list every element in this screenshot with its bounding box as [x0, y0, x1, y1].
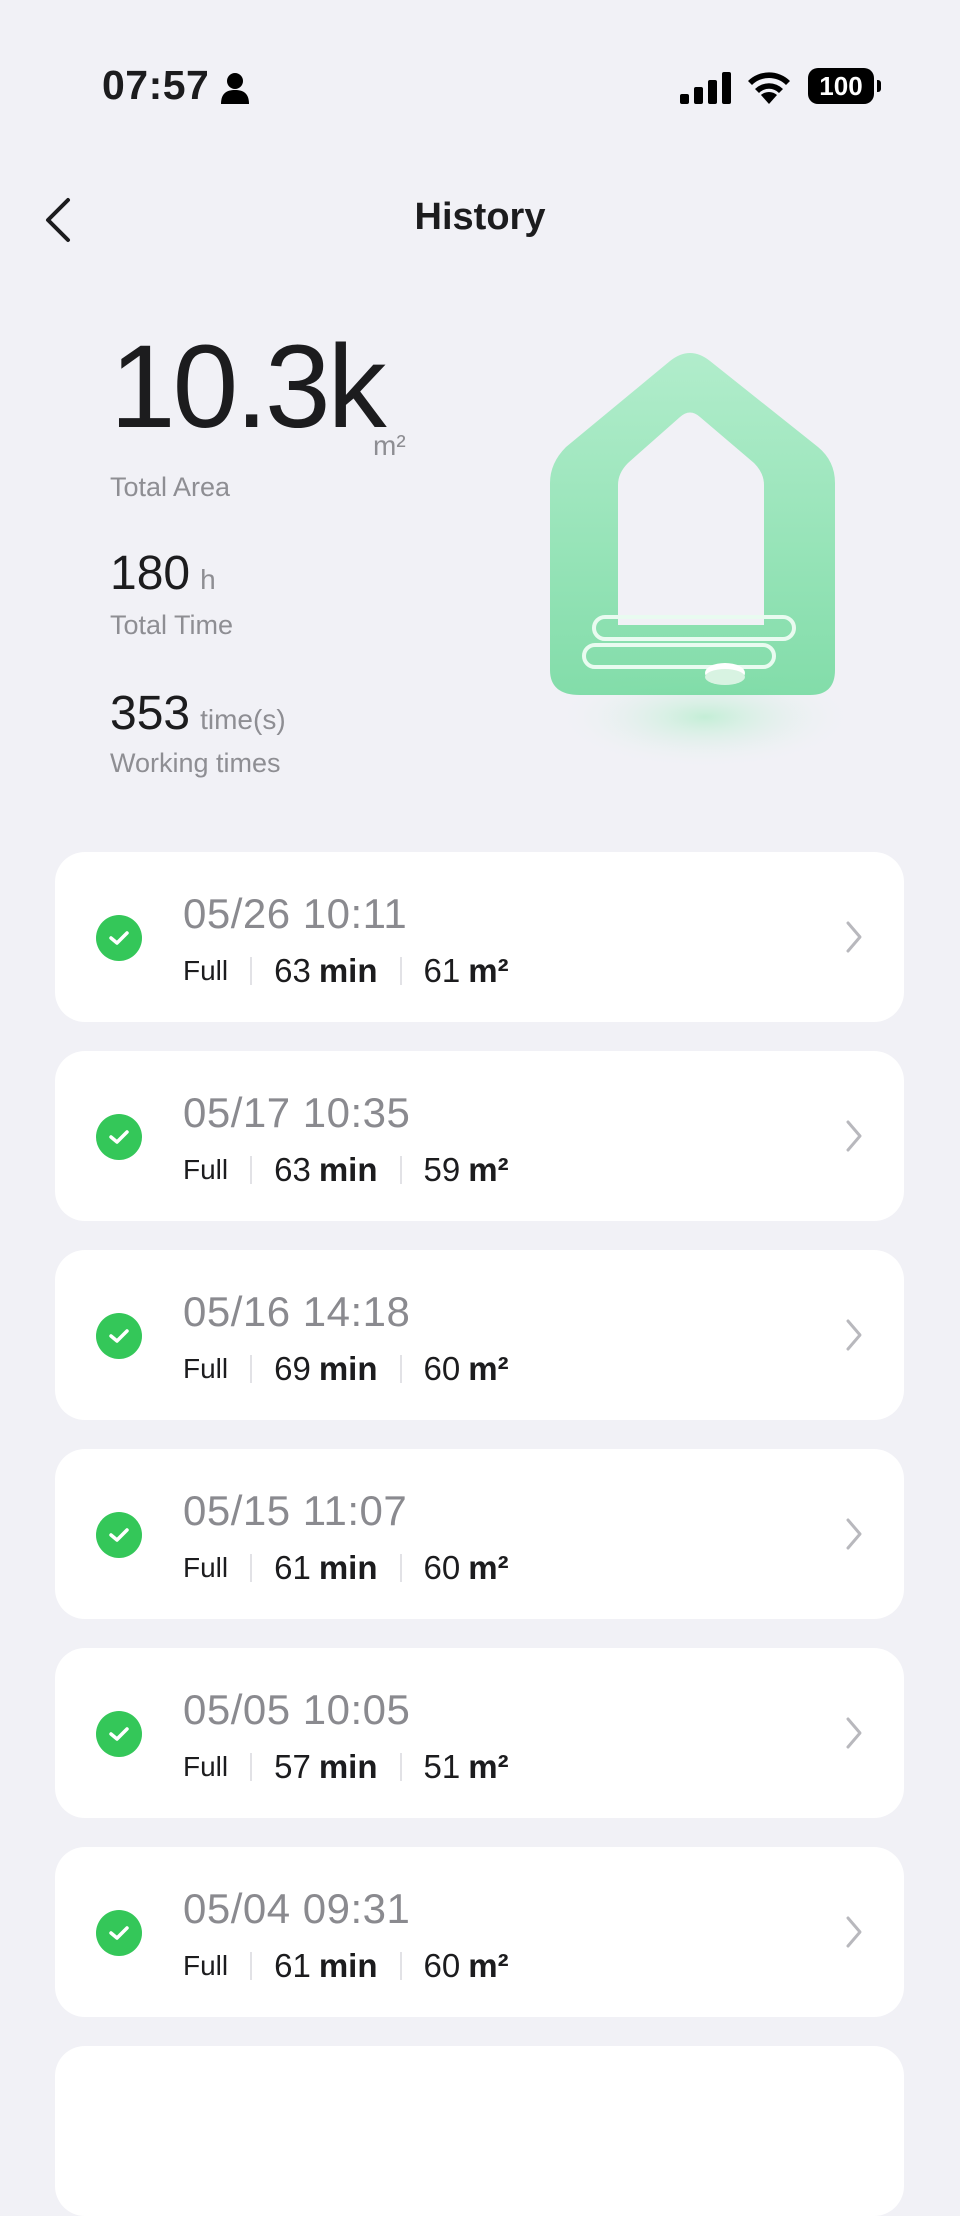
- check-circle-icon: [96, 1313, 142, 1359]
- divider: [399, 1355, 402, 1383]
- divider: [250, 1753, 253, 1781]
- working-times-stat: 353 time(s): [110, 690, 286, 738]
- record-meta: Full 57 min 51 m²: [183, 1748, 509, 1786]
- chevron-right-icon: [846, 1120, 862, 1152]
- record-area-unit: m²: [468, 1748, 509, 1785]
- record-duration-unit: min: [318, 1151, 378, 1188]
- record-card[interactable]: 05/05 10:05 Full 57 min 51 m²: [55, 1648, 904, 1818]
- record-area-unit: m²: [468, 1549, 509, 1586]
- record-date: 05/17 10:35: [183, 1089, 411, 1136]
- record-mode: Full: [183, 1751, 229, 1782]
- record-date: 05/15 11:07: [183, 1487, 408, 1534]
- total-time-unit: h: [200, 564, 216, 595]
- status-bar: 07:57 100: [0, 0, 960, 120]
- chevron-right-icon: [846, 921, 862, 953]
- record-card-partial[interactable]: [55, 2046, 904, 2216]
- check-circle-icon: [96, 1910, 142, 1956]
- record-duration: 63: [274, 1151, 311, 1188]
- divider: [399, 1753, 402, 1781]
- record-duration-unit: min: [318, 1350, 378, 1387]
- total-time-value: 180: [110, 547, 191, 600]
- record-area: 60: [423, 1947, 461, 1984]
- record-mode: Full: [183, 1154, 229, 1185]
- house-illustration: [550, 353, 855, 769]
- record-area: 51: [423, 1748, 461, 1785]
- record-meta: Full 63 min 59 m²: [183, 1151, 509, 1189]
- check-circle-icon: [96, 1114, 142, 1160]
- cellular-signal-icon: [680, 72, 731, 104]
- record-mode: Full: [183, 1353, 229, 1384]
- record-mode: Full: [183, 1552, 229, 1583]
- divider: [250, 1554, 253, 1582]
- record-duration: 57: [274, 1748, 311, 1785]
- working-times-value: 353: [110, 687, 191, 740]
- record-duration: 63: [274, 952, 311, 989]
- record-date: 05/05 10:05: [183, 1686, 411, 1733]
- total-area-value: 10.3k: [110, 321, 387, 453]
- record-area-unit: m²: [468, 1947, 509, 1984]
- record-card[interactable]: 05/26 10:11 Full 63 min 61 m²: [55, 852, 904, 1022]
- total-area-label: Total Area: [110, 472, 231, 502]
- record-area: 60: [423, 1549, 461, 1586]
- chevron-right-icon: [846, 1518, 862, 1550]
- record-duration-unit: min: [318, 1947, 378, 1984]
- record-meta: Full 61 min 60 m²: [183, 1947, 509, 1985]
- battery-indicator: 100: [808, 68, 874, 104]
- record-area: 61: [423, 952, 461, 989]
- record-duration-unit: min: [318, 1748, 378, 1785]
- record-duration-unit: min: [318, 952, 378, 989]
- record-card[interactable]: 05/15 11:07 Full 61 min 60 m²: [55, 1449, 904, 1619]
- record-meta: Full 63 min 61 m²: [183, 952, 509, 990]
- check-circle-icon: [96, 1512, 142, 1558]
- record-duration: 69: [274, 1350, 311, 1387]
- total-time-label: Total Time: [110, 610, 234, 640]
- chevron-right-icon: [846, 1916, 862, 1948]
- divider: [250, 1952, 253, 1980]
- record-card[interactable]: 05/17 10:35 Full 63 min 59 m²: [55, 1051, 904, 1221]
- chevron-right-icon: [846, 1319, 862, 1351]
- check-circle-icon: [96, 1711, 142, 1757]
- record-mode: Full: [183, 1950, 229, 1981]
- working-times-unit: time(s): [200, 704, 286, 735]
- record-area-unit: m²: [468, 1350, 509, 1387]
- record-card[interactable]: 05/16 14:18 Full 69 min 60 m²: [55, 1250, 904, 1420]
- working-times-label: Working times: [110, 748, 281, 778]
- divider: [399, 1156, 402, 1184]
- check-circle-icon: [96, 915, 142, 961]
- chevron-right-icon: [846, 1717, 862, 1749]
- total-area-unit: m²: [373, 430, 406, 461]
- record-date: 05/26 10:11: [183, 890, 408, 937]
- battery-cap: [877, 80, 881, 92]
- page-title: History: [414, 196, 546, 238]
- record-meta: Full 69 min 60 m²: [183, 1350, 509, 1388]
- record-duration-unit: min: [318, 1549, 378, 1586]
- record-date: 05/04 09:31: [183, 1885, 411, 1932]
- person-icon: [221, 73, 249, 104]
- divider: [399, 957, 402, 985]
- record-date: 05/16 14:18: [183, 1288, 411, 1335]
- total-time-stat: 180 h: [110, 550, 216, 598]
- record-duration: 61: [274, 1947, 311, 1984]
- record-card[interactable]: 05/04 09:31 Full 61 min 60 m²: [55, 1847, 904, 2017]
- record-area-unit: m²: [468, 952, 509, 989]
- divider: [399, 1554, 402, 1582]
- record-duration: 61: [274, 1549, 311, 1586]
- record-area: 60: [423, 1350, 461, 1387]
- divider: [250, 1156, 253, 1184]
- divider: [250, 1355, 253, 1383]
- status-time: 07:57: [102, 62, 210, 108]
- wifi-icon: [748, 72, 790, 104]
- record-mode: Full: [183, 955, 229, 986]
- divider: [399, 1952, 402, 1980]
- record-meta: Full 61 min 60 m²: [183, 1549, 509, 1587]
- record-area: 59: [423, 1151, 461, 1188]
- divider: [250, 957, 253, 985]
- record-area-unit: m²: [468, 1151, 509, 1188]
